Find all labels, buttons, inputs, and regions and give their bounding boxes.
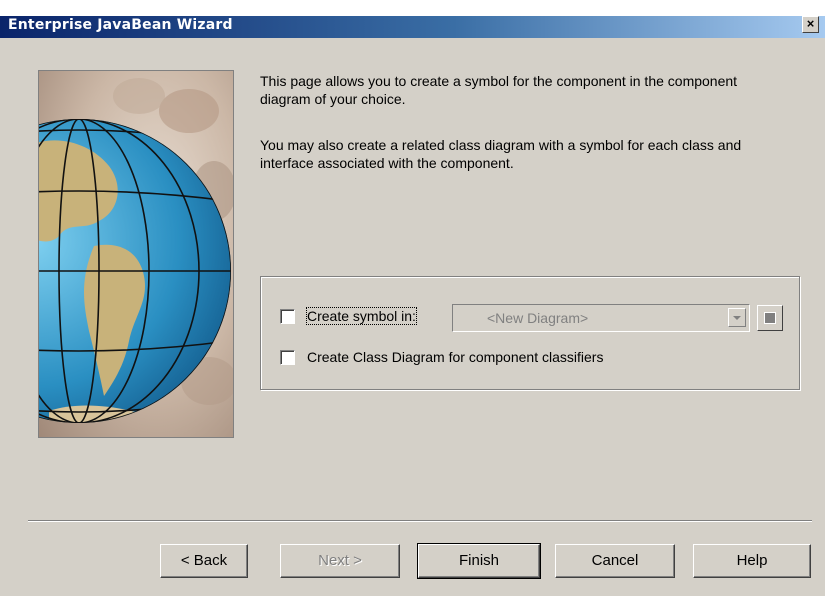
globe-illustration [39,71,233,437]
finish-button[interactable]: Finish [417,543,541,579]
description-paragraph-1: This page allows you to create a symbol … [260,73,738,107]
close-button[interactable]: × [802,16,819,33]
cancel-button[interactable]: Cancel [555,544,675,578]
back-button[interactable]: < Back [160,544,248,578]
window-title: Enterprise JavaBean Wizard [8,17,233,33]
diagram-combo-value: <New Diagram> [487,310,589,326]
top-strip [0,0,825,16]
close-icon: × [806,16,815,31]
description-paragraph-2: You may also create a related class diag… [260,137,742,171]
properties-icon [764,312,776,324]
button-separator [28,520,812,522]
help-button[interactable]: Help [693,544,811,578]
create-symbol-checkbox[interactable] [280,309,295,324]
create-class-diagram-label[interactable]: Create Class Diagram for component class… [307,349,603,365]
dropdown-arrow-icon[interactable] [728,308,746,327]
diagram-properties-button[interactable] [757,305,783,331]
diagram-combo[interactable]: <New Diagram> [452,304,750,332]
create-class-diagram-checkbox[interactable] [280,350,295,365]
next-button[interactable]: Next > [280,544,400,578]
create-symbol-label[interactable]: Create symbol in: [306,307,417,325]
options-group [260,276,800,390]
globe-image [38,70,234,438]
